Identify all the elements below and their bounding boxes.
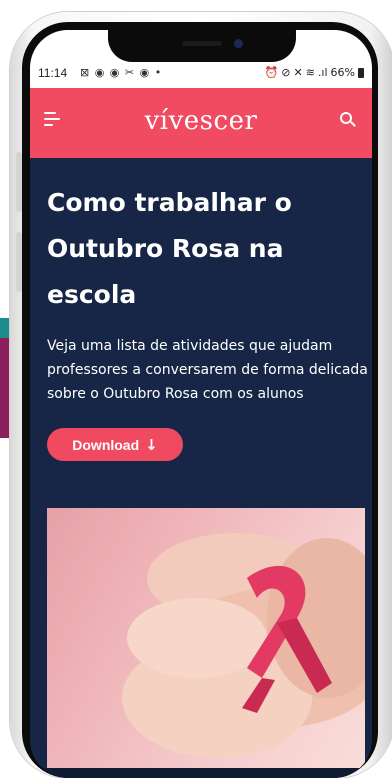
battery-level: 66%: [330, 66, 355, 79]
phone-notch: [108, 30, 296, 62]
front-camera: [234, 39, 243, 48]
vivescer-logo[interactable]: vívescer: [30, 106, 372, 136]
search-icon[interactable]: [340, 112, 356, 128]
status-time: 11:14: [38, 66, 68, 80]
article-title: Como trabalhar o Outubro Rosa na escola: [47, 188, 292, 309]
hero-image-pink-ribbon-hands: [47, 508, 365, 768]
notification-icons: ⊠ ◉ ◉ ✂ ◉ •: [80, 66, 163, 79]
app-header: vívescer: [30, 88, 372, 158]
status-right-icons: ⏰ ⊘ ✕ ≋ .ıl 66%: [265, 66, 364, 79]
signal-icon: .ıl: [317, 66, 328, 79]
wifi-icon: ≋: [305, 66, 315, 79]
mute-icon: ✕: [293, 66, 303, 79]
do-not-disturb-icon: ⊘: [281, 66, 291, 79]
download-button[interactable]: Download ↓: [47, 428, 183, 461]
alarm-icon: ⏰: [264, 66, 279, 79]
download-label: Download: [72, 436, 140, 453]
phone-screen: 11:14 ⊠ ◉ ◉ ✂ ◉ • ⏰ ⊘ ✕ ≋ .ıl 66% vívesc…: [30, 30, 372, 778]
download-arrow-icon: ↓: [145, 435, 158, 454]
article-description: Veja uma lista de atividades que ajudam …: [47, 338, 368, 402]
hands-holding-ribbon-illustration: [122, 533, 365, 758]
speaker-grille: [182, 41, 222, 46]
battery-icon: [358, 67, 364, 78]
screen-bottom-edge: [30, 768, 372, 778]
